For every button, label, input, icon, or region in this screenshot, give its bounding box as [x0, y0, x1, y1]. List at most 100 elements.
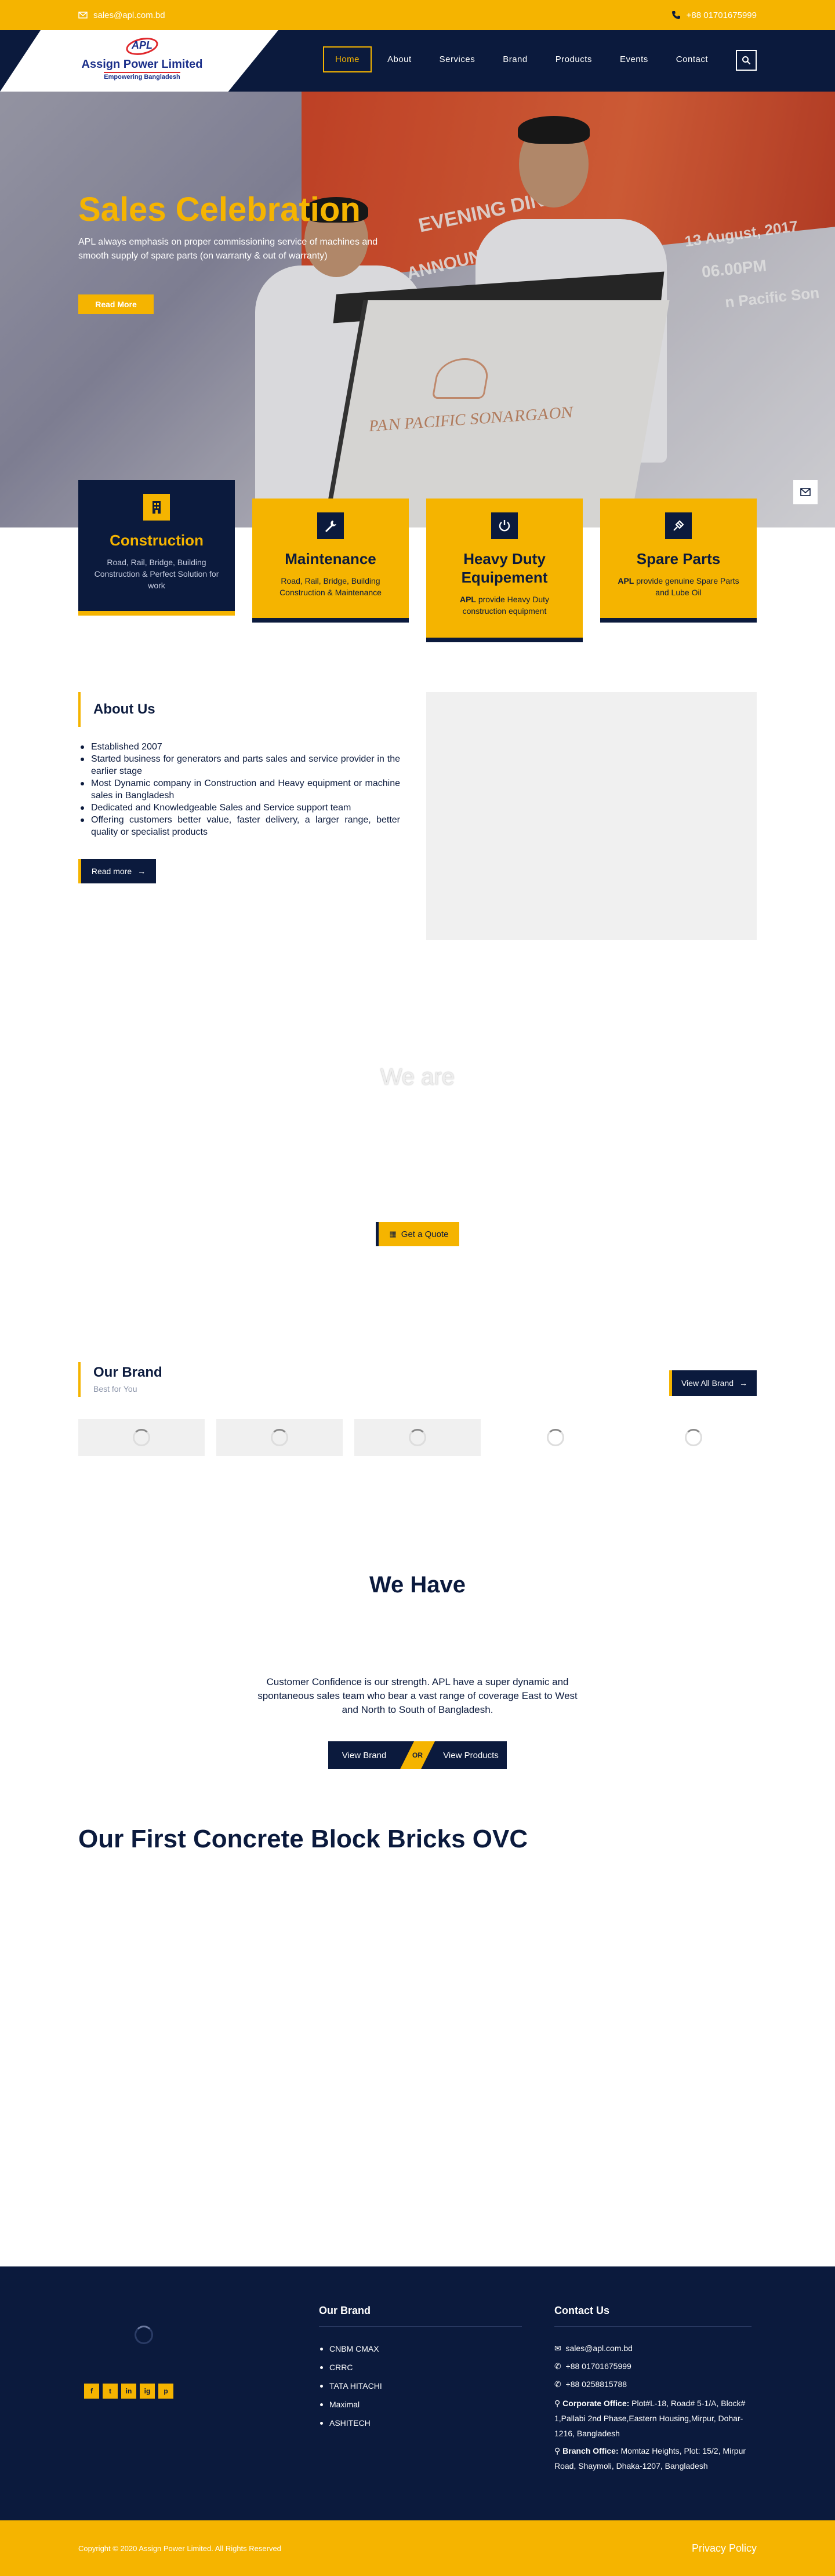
card-accent-bar [600, 618, 757, 623]
about-read-more-button[interactable]: Read more → [78, 859, 156, 883]
envelope-icon: ✉ [554, 2344, 561, 2353]
card-text-bold: APL [618, 576, 634, 585]
service-card-construction[interactable]: Construction Road, Rail, Bridge, Buildin… [78, 480, 235, 616]
brand-logo-slot[interactable] [492, 1419, 619, 1456]
logo-mark-text: APL [132, 39, 153, 51]
footer: f t in ig p Our Brand CNBM CMAX CRRC TAT… [0, 2266, 835, 2520]
hero-description: APL always emphasis on proper commission… [78, 237, 378, 261]
we-have-text: Customer Confidence is our strength. APL… [257, 1676, 578, 1715]
we-are-title: We are [380, 1064, 455, 1090]
topbar-phone-text: +88 01701675999 [686, 10, 757, 20]
service-card-spare-parts[interactable]: Spare Parts APL provide genuine Spare Pa… [600, 499, 757, 623]
get-quote-button[interactable]: ▦ Get a Quote [376, 1222, 459, 1246]
view-brand-button[interactable]: View Brand [328, 1751, 400, 1760]
card-text: APL provide genuine Spare Parts and Lube… [600, 575, 757, 598]
branch-label: Branch Office: [562, 2446, 619, 2455]
envelope-icon [800, 488, 811, 496]
footer-brand-link[interactable]: CNBM CMAX [319, 2339, 522, 2358]
about-read-more-label: Read more [91, 867, 132, 876]
nav-contact[interactable]: Contact [664, 46, 720, 72]
linkedin-icon[interactable]: in [121, 2384, 136, 2399]
brand-logo-slot[interactable] [78, 1419, 205, 1456]
arrow-right-icon: → [739, 1378, 747, 1388]
card-title: Heavy Duty Equipement [461, 550, 548, 586]
logo-corner-accent [0, 30, 41, 92]
hero-title: Sales Celebration [78, 191, 361, 228]
service-card-heavy-duty[interactable]: Heavy Duty Equipement APL provide Heavy … [426, 499, 583, 642]
view-products-button[interactable]: View Products [435, 1751, 507, 1760]
brand-subtitle: Best for You [93, 1384, 137, 1393]
footer-branch-office: ⚲ Branch Office: Momtaz Heights, Plot: 1… [554, 2443, 752, 2473]
arrow-right-icon: → [137, 867, 146, 876]
loading-spinner-icon [133, 1429, 150, 1446]
divider [554, 2326, 752, 2327]
loading-spinner-icon [547, 1429, 564, 1446]
footer-contact-title: Contact Us [554, 2305, 610, 2316]
logo-mark: APL [124, 35, 160, 58]
service-card-maintenance[interactable]: Maintenance Road, Rail, Bridge, Building… [252, 499, 409, 623]
or-separator: OR [400, 1741, 435, 1769]
parts-icon [665, 512, 692, 539]
footer-phone-1-text: +88 01701675999 [565, 2362, 631, 2371]
about-list-item: Started business for generators and part… [78, 753, 400, 777]
privacy-policy-link[interactable]: Privacy Policy [692, 2542, 757, 2555]
card-text-rest: provide genuine Spare Parts and Lube Oil [634, 576, 739, 597]
wrench-icon [317, 512, 344, 539]
footer-brand-column: Our Brand CNBM CMAX CRRC TATA HITACHI Ma… [319, 2305, 522, 2432]
about-list: Established 2007 Started business for ge… [78, 741, 400, 838]
topbar-phone[interactable]: +88 01701675999 [671, 10, 757, 20]
hero-slider: EVENING DIN 13 August, 2017 06.00PM n Pa… [0, 92, 835, 527]
brand-logo-slot[interactable] [216, 1419, 343, 1456]
brand-logo-slot[interactable] [354, 1419, 481, 1456]
footer-email-text: sales@apl.com.bd [565, 2344, 633, 2353]
nav-about[interactable]: About [375, 46, 424, 72]
nav-products[interactable]: Products [543, 46, 604, 72]
corporate-label: Corporate Office: [562, 2399, 630, 2408]
loading-spinner-icon [685, 1429, 702, 1446]
footer-email[interactable]: ✉ sales@apl.com.bd [554, 2339, 752, 2357]
footer-brand-link[interactable]: ASHITECH [319, 2414, 522, 2432]
nav-brand[interactable]: Brand [491, 46, 540, 72]
nav-home[interactable]: Home [322, 46, 372, 72]
footer-phone-2[interactable]: ✆ +88 0258815788 [554, 2375, 752, 2393]
pinterest-icon[interactable]: p [158, 2384, 173, 2399]
footer-brand-link[interactable]: CRRC [319, 2358, 522, 2377]
ovc-title: Our First Concrete Block Bricks OVC [78, 1825, 528, 1853]
card-accent-bar [78, 611, 235, 616]
search-icon [742, 56, 751, 65]
loading-spinner-icon [271, 1429, 288, 1446]
site-logo[interactable]: APL Assign Power Limited Empowering Bang… [78, 35, 206, 87]
footer-phone-2-text: +88 0258815788 [565, 2379, 627, 2389]
hero-read-more-button[interactable]: Read More [78, 294, 154, 314]
about-title: About Us [93, 701, 155, 717]
about-heading: About Us [78, 692, 155, 727]
nav-services[interactable]: Services [427, 46, 488, 72]
search-button[interactable] [736, 50, 757, 71]
instagram-icon[interactable]: ig [140, 2384, 155, 2399]
brand-logo-slot[interactable] [630, 1419, 757, 1456]
brand-heading: Our Brand Best for You [78, 1362, 162, 1397]
main-header: APL Assign Power Limited Empowering Bang… [0, 30, 835, 92]
main-nav: Home About Services Brand Products Event… [322, 46, 720, 72]
view-all-brand-label: View All Brand [681, 1378, 734, 1388]
card-text-rest: provide Heavy Duty construction equipmen… [462, 595, 550, 616]
logo-name: Assign Power Limited [81, 58, 203, 71]
floating-mail-button[interactable] [793, 480, 818, 504]
footer-brand-list: CNBM CMAX CRRC TATA HITACHI Maximal ASHI… [319, 2339, 522, 2432]
footer-contact-column: Contact Us ✉ sales@apl.com.bd ✆ +88 0170… [554, 2305, 752, 2473]
twitter-icon[interactable]: t [103, 2384, 118, 2399]
topbar-email[interactable]: sales@apl.com.bd [78, 10, 165, 20]
nav-events[interactable]: Events [608, 46, 660, 72]
card-title: Spare Parts [636, 550, 721, 567]
facebook-icon[interactable]: f [84, 2384, 99, 2399]
logo-area: APL Assign Power Limited Empowering Bang… [0, 30, 278, 92]
footer-phone-1[interactable]: ✆ +88 01701675999 [554, 2357, 752, 2375]
we-have-title: We Have [369, 1572, 466, 1598]
calculator-icon: ▦ [389, 1229, 397, 1238]
map-pin-icon: ⚲ [554, 2399, 561, 2408]
about-image-placeholder [426, 692, 757, 940]
view-all-brand-button[interactable]: View All Brand → [669, 1370, 757, 1396]
card-title: Maintenance [285, 550, 376, 567]
footer-brand-link[interactable]: TATA HITACHI [319, 2377, 522, 2395]
footer-brand-link[interactable]: Maximal [319, 2395, 522, 2414]
